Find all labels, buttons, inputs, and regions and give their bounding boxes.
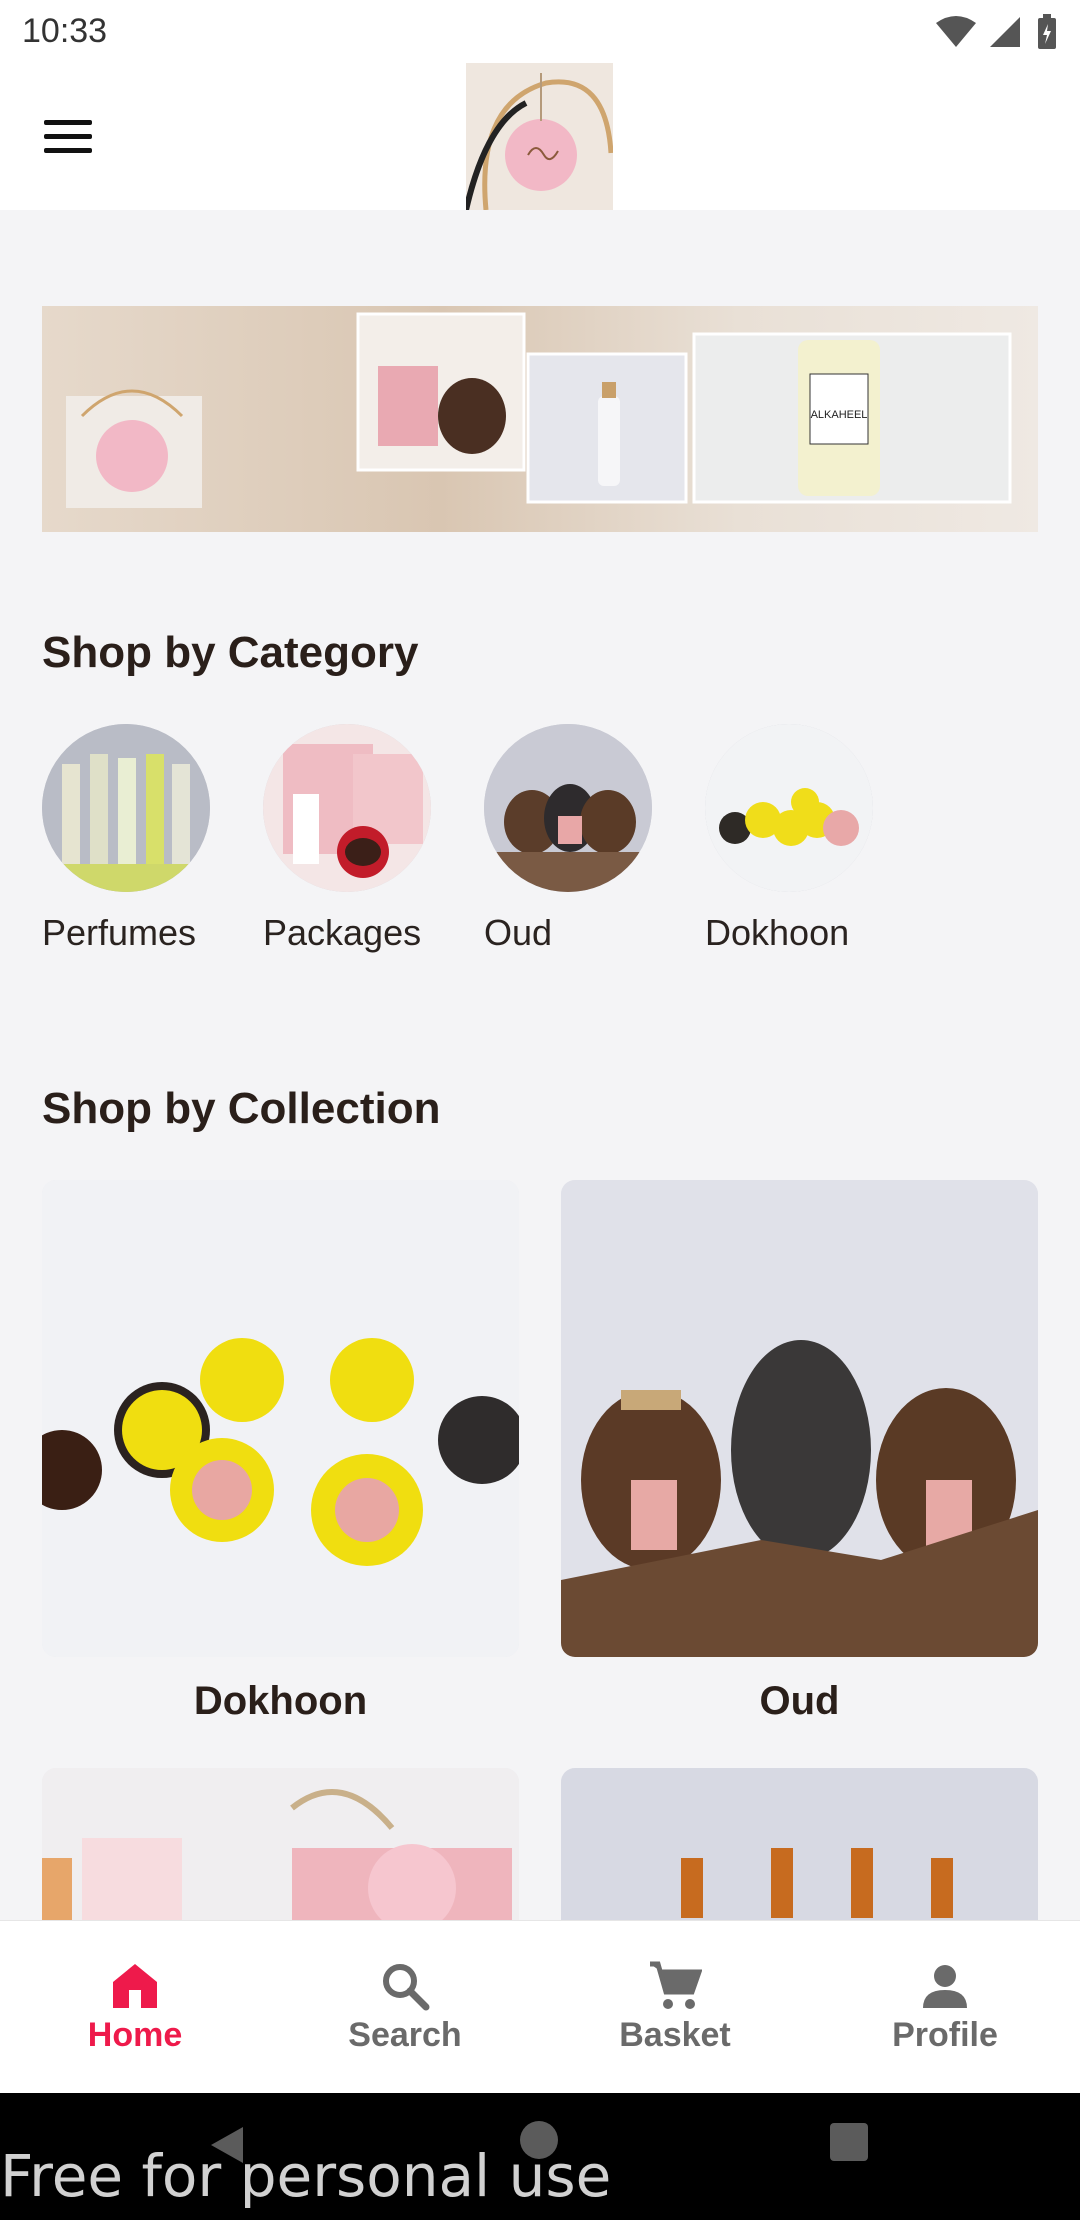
collection-image [42, 1180, 519, 1657]
brand-logo[interactable] [466, 63, 613, 210]
promo-banner[interactable]: ALKAHEEL [42, 306, 1038, 532]
battery-icon [1038, 13, 1056, 49]
hamburger-menu-icon-line [44, 147, 92, 153]
category-section-title: Shop by Category [42, 628, 419, 677]
nav-profile-label: Profile [892, 2015, 998, 2054]
recent-apps-icon[interactable] [830, 2123, 868, 2161]
category-thumbnail [484, 724, 652, 892]
hamburger-menu-icon-line [44, 119, 92, 125]
category-thumbnail [263, 724, 431, 892]
banner-image: ALKAHEEL [66, 312, 1012, 508]
nav-home[interactable]: Home [0, 1921, 270, 2093]
cart-icon [650, 1961, 702, 2009]
category-label: Packages [263, 912, 422, 953]
nav-basket-label: Basket [619, 2015, 731, 2054]
collection-label: Oud [759, 1679, 840, 1723]
status-bar: 10:33 [0, 0, 1080, 63]
category-item-oud[interactable]: Oud [484, 724, 652, 954]
search-icon [383, 1963, 430, 2010]
nav-search-label: Search [348, 2015, 462, 2054]
app-bar [0, 63, 1080, 210]
category-item-dokhoon[interactable]: Dokhoon [705, 724, 873, 954]
banner-bottle-label: ALKAHEEL [811, 409, 868, 421]
category-label: Perfumes [42, 912, 197, 953]
nav-profile[interactable]: Profile [810, 1921, 1080, 2093]
collection-label: Dokhoon [193, 1679, 368, 1723]
home-icon [113, 1963, 157, 2008]
category-item-packages[interactable]: Packages [263, 724, 431, 954]
category-label: Oud [484, 912, 553, 953]
cellular-signal-icon [990, 16, 1020, 47]
nav-home-label: Home [87, 2015, 183, 2054]
category-item-perfumes[interactable]: Perfumes [42, 724, 210, 954]
watermark-text: Free for personal use [0, 2142, 612, 2210]
collection-card-dokhoon[interactable]: Dokhoon [42, 1180, 519, 1724]
status-time: 10:33 [22, 12, 108, 50]
person-icon [923, 1964, 967, 2008]
menu-button[interactable] [30, 101, 106, 171]
bottom-navigation: Home Search Basket Profile [0, 1920, 1080, 2093]
wifi-icon [936, 15, 976, 47]
category-thumbnail [705, 724, 873, 892]
collection-section-title: Shop by Collection [42, 1084, 441, 1133]
hamburger-menu-icon-line [44, 133, 92, 139]
status-icons [936, 13, 1058, 50]
category-label: Dokhoon [705, 912, 850, 953]
nav-basket[interactable]: Basket [540, 1921, 810, 2093]
category-thumbnail [42, 724, 210, 892]
collection-card-oud[interactable]: Oud [561, 1180, 1038, 1724]
collection-image [561, 1180, 1038, 1657]
logo-image [466, 63, 613, 210]
nav-search[interactable]: Search [270, 1921, 540, 2093]
